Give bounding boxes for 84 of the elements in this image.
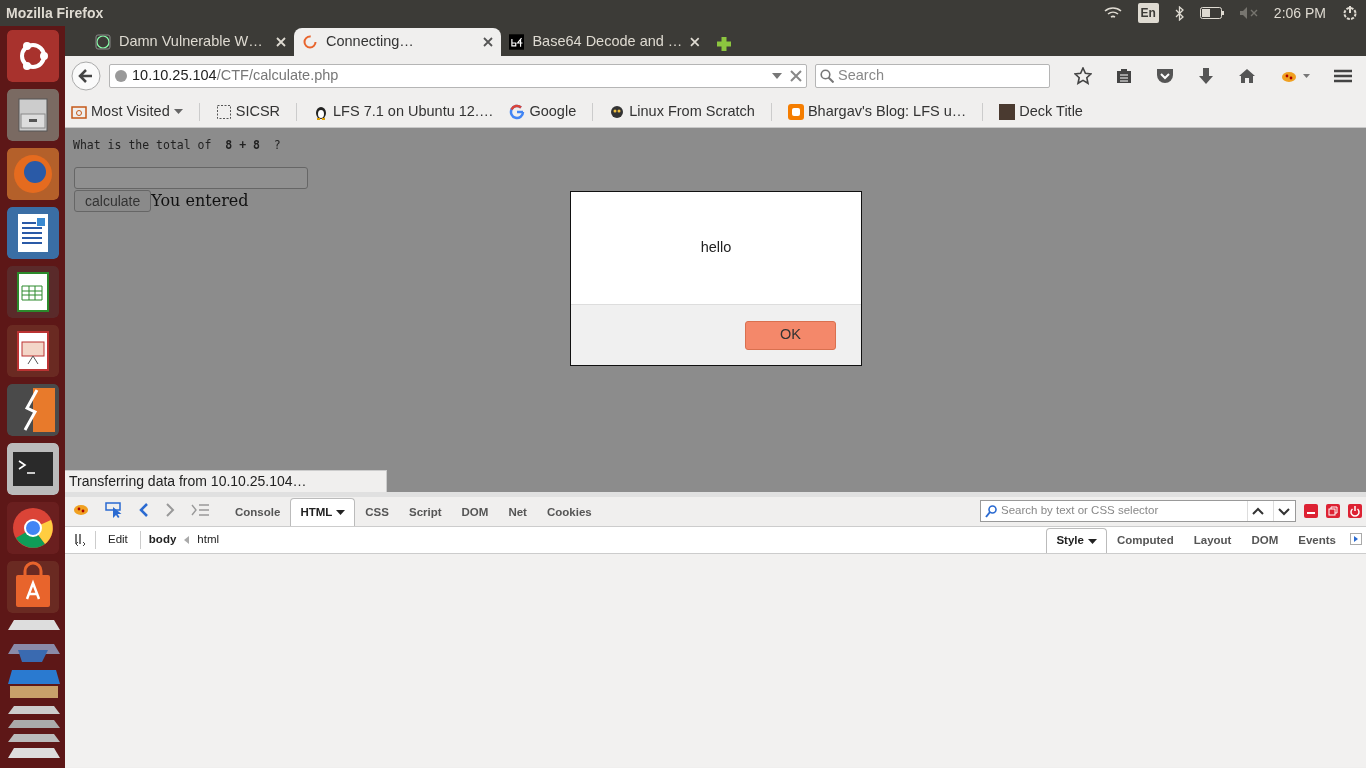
scroll-right-icon[interactable] (1350, 533, 1362, 545)
bookmark-link[interactable]: Bhargav's Blog: LFS u… (787, 100, 967, 123)
breadcrumb-link[interactable]: body (148, 531, 177, 549)
bookmark-link[interactable]: Most Visited (71, 100, 183, 123)
menu-icon[interactable] (1334, 69, 1352, 83)
keyboard-layout-indicator[interactable]: En (1137, 3, 1159, 23)
mascot-icon (609, 103, 626, 120)
chrome-icon[interactable] (7, 502, 59, 554)
new-tab-plus-icon[interactable] (716, 36, 732, 52)
ladybug-icon[interactable] (1280, 69, 1310, 83)
side-panel-tab[interactable]: DOM (1241, 528, 1289, 553)
spreadsheet-icon[interactable] (7, 266, 59, 318)
blank-page-icon (215, 103, 232, 120)
back-chevron-icon[interactable] (139, 503, 149, 517)
bookmark-link[interactable]: SICSR (215, 100, 281, 123)
dropdown-caret-icon (1087, 538, 1097, 544)
terminal-icon[interactable] (7, 443, 59, 495)
breadcrumb-link[interactable]: html (197, 531, 220, 549)
download-arrow-icon[interactable] (1198, 67, 1214, 85)
ubuntu-logo-icon[interactable] (7, 30, 59, 82)
clear-icon[interactable] (790, 70, 802, 82)
dialog-message: hello (699, 238, 733, 258)
breadcrumb-separator-icon (184, 536, 190, 544)
base64-icon (509, 34, 525, 50)
dropdown-caret-icon (173, 109, 183, 114)
panel-tab[interactable]: DOM (451, 498, 499, 526)
bookmark-link[interactable]: Deck Title (999, 100, 1083, 123)
panel-tab[interactable]: HTML (290, 498, 356, 526)
text-document-icon[interactable] (7, 207, 59, 259)
close-icon[interactable] (483, 37, 493, 47)
bluetooth-icon[interactable] (1174, 5, 1184, 21)
restore-icon[interactable] (1326, 504, 1340, 518)
browser-tab[interactable]: Damn Vulnerable W… (87, 28, 294, 56)
bookmark-link[interactable]: Google (509, 100, 577, 123)
inspect-pointer-icon[interactable] (105, 502, 123, 518)
question-text: What is the total of 8 + 8 ? (72, 137, 281, 154)
browser-tab[interactable]: Base64 Decode and … (501, 28, 708, 56)
answer-input-field[interactable] (74, 167, 308, 190)
side-panel-tab[interactable]: Style (1046, 528, 1107, 553)
panel-tab[interactable]: Net (498, 498, 537, 526)
search-icon (985, 504, 997, 518)
side-panel-tab[interactable]: Events (1288, 528, 1346, 553)
search-field[interactable]: Search (815, 64, 1050, 88)
battery-icon[interactable] (1199, 7, 1224, 19)
panel-tab[interactable]: Cookies (536, 498, 602, 526)
calculate-button[interactable]: calculate (74, 190, 152, 213)
code-toggle-icon[interactable] (73, 533, 87, 547)
status-text: Transferring data from 10.10.25.104… (65, 470, 387, 492)
bookmark-link[interactable]: LFS 7.1 on Ubuntu 12.… (313, 100, 494, 123)
dropdown-caret-icon (336, 510, 346, 515)
minimize-icon[interactable] (1304, 504, 1318, 518)
pocket-icon[interactable] (1156, 68, 1174, 84)
search-icon (820, 69, 834, 83)
lightning-bolt-icon[interactable] (7, 384, 59, 436)
photo-placeholder (999, 103, 1016, 120)
presentation-icon[interactable] (7, 325, 59, 377)
panel-tab[interactable]: CSS (355, 498, 399, 526)
shopping-bag-icon[interactable] (7, 561, 59, 613)
dropdown-caret-icon[interactable] (772, 73, 782, 79)
search-field[interactable]: Search by text or CSS selector (980, 500, 1296, 522)
star-icon[interactable] (1074, 67, 1092, 85)
reading-list-icon[interactable] (1116, 68, 1132, 84)
power-icon[interactable] (1348, 504, 1362, 518)
muted-speaker-icon[interactable] (1239, 7, 1258, 19)
result-text: You entered (151, 190, 249, 213)
ok-button[interactable]: OK (745, 320, 836, 350)
ladybug-icon[interactable] (73, 504, 89, 516)
panel-tab[interactable]: Console (225, 498, 291, 526)
loading-spinner-icon (302, 34, 318, 50)
wifi-icon[interactable] (1103, 6, 1122, 20)
file-cabinet-icon[interactable] (7, 89, 59, 141)
google-g-icon (509, 103, 526, 120)
browser-tab[interactable]: Connecting… (294, 28, 501, 56)
clock[interactable]: 2:06 PM (1273, 2, 1326, 24)
panel-tab[interactable]: Script (398, 498, 452, 526)
side-panel-tab[interactable]: Computed (1106, 528, 1184, 553)
side-panel-tab[interactable]: Layout (1183, 528, 1242, 553)
edit-button[interactable]: Edit (104, 531, 132, 549)
folder-icon (71, 103, 87, 120)
power-gear-icon[interactable] (1342, 5, 1358, 21)
home-icon[interactable] (1238, 68, 1256, 84)
window-title: Mozilla Firefox (5, 3, 104, 23)
blog-icon (787, 103, 804, 120)
bookmark-link[interactable]: Linux From Scratch (609, 100, 755, 123)
